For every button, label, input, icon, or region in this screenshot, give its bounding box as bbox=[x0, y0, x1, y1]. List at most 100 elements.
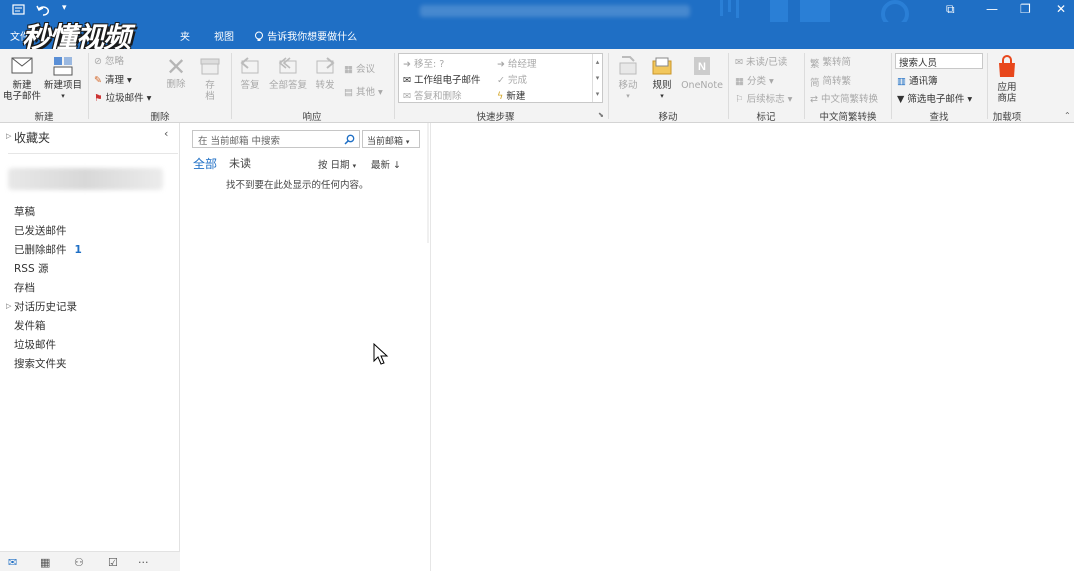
sort-by-dropdown[interactable]: 按 日期 ▾ bbox=[318, 157, 356, 171]
qs-reply-delete[interactable]: ✉ 答复和删除 bbox=[403, 88, 462, 102]
folder-search[interactable]: 搜索文件夹 bbox=[14, 356, 67, 371]
follow-up-button[interactable]: ⚐ 后续标志 ▾ bbox=[735, 91, 792, 105]
convert-button[interactable]: ⇄ 中文简繁转换 bbox=[810, 91, 878, 105]
qs-create-new[interactable]: ϟ 新建 bbox=[497, 88, 525, 102]
expand-arrow-icon[interactable]: ▷ bbox=[6, 132, 11, 140]
group-find-label: 查找 bbox=[929, 112, 949, 123]
ribbon: 新建 电子邮件 新建项目 ▾ 新建 ⊘ 忽略 ✎ 清理 ▾ ⚑ 垃圾邮件 ▾ ✕… bbox=[0, 49, 1074, 123]
forward-button[interactable]: 转发 bbox=[310, 55, 340, 91]
to-simplified-icon: 繁 bbox=[810, 58, 820, 70]
maximize-icon[interactable]: ❐ bbox=[1020, 2, 1031, 16]
folder-drafts[interactable]: 草稿 bbox=[14, 204, 35, 219]
flag-icon: ⚐ bbox=[735, 94, 744, 105]
folder-archive[interactable]: 存档 bbox=[14, 280, 35, 295]
reply-button[interactable]: 答复 bbox=[234, 55, 266, 91]
svg-text:N: N bbox=[698, 61, 706, 73]
group-respond-label: 响应 bbox=[302, 112, 322, 123]
dialog-launcher-icon[interactable]: ⬊ bbox=[598, 111, 604, 119]
move-button[interactable]: 移动 ▾ bbox=[612, 55, 644, 102]
chevron-down-icon: ▾ bbox=[352, 162, 357, 170]
group-delete-label: 删除 bbox=[150, 112, 170, 123]
store-button[interactable]: 应用 商店 bbox=[990, 55, 1024, 104]
ignore-button[interactable]: ⊘ 忽略 bbox=[94, 53, 124, 67]
message-list-pane: 在 当前邮箱 中搜索 当前邮箱 ▾ 全部 未读 按 日期 ▾ 最新 ↓ 找不到要… bbox=[181, 123, 429, 571]
qat-more-icon[interactable]: ▾ bbox=[62, 3, 67, 13]
collapse-pane-icon[interactable]: ‹ bbox=[164, 127, 168, 140]
tasks-icon[interactable]: ☑ bbox=[108, 556, 118, 569]
title-decoration bbox=[720, 0, 909, 22]
more-respond-button[interactable]: ▤ 其他 ▾ bbox=[344, 84, 383, 98]
folder-junk[interactable]: 垃圾邮件 bbox=[14, 337, 56, 352]
filter-all[interactable]: 全部 bbox=[193, 155, 217, 172]
search-scope-dropdown[interactable]: 当前邮箱 ▾ bbox=[362, 130, 420, 148]
search-people-input[interactable]: 搜索人员 bbox=[895, 53, 983, 69]
quick-steps-gallery: ➜ 移至: ? ✉ 工作组电子邮件 ✉ 答复和删除 ➜ 给经理 ✓ 完成 ϟ 新… bbox=[398, 53, 603, 103]
ignore-icon: ⊘ bbox=[94, 56, 102, 67]
unread-read-button[interactable]: ✉ 未读/已读 bbox=[735, 54, 787, 68]
mail-icon[interactable]: ✉ bbox=[8, 556, 17, 569]
reading-pane bbox=[430, 123, 1074, 571]
onenote-button[interactable]: N OneNote bbox=[680, 55, 724, 91]
calendar-icon[interactable]: ▦ bbox=[40, 556, 50, 569]
qs-to-manager[interactable]: ➜ 给经理 bbox=[497, 56, 537, 70]
empty-list-message: 找不到要在此处显示的任何内容。 bbox=[226, 180, 369, 191]
rules-button[interactable]: 规则 ▾ bbox=[646, 55, 678, 102]
window-title bbox=[420, 5, 690, 17]
close-icon[interactable]: ✕ bbox=[1056, 2, 1066, 16]
minimize-icon[interactable]: — bbox=[986, 2, 998, 16]
more-respond-icon: ▤ bbox=[344, 87, 353, 98]
filter-email-button[interactable]: ▼ 筛选电子邮件 ▾ bbox=[897, 91, 972, 105]
folder-sent[interactable]: 已发送邮件 bbox=[14, 223, 67, 238]
to-simplified-button[interactable]: 繁 繁转简 bbox=[810, 54, 851, 70]
more-apps-icon[interactable]: ··· bbox=[138, 556, 149, 569]
meeting-icon: ▦ bbox=[344, 64, 353, 75]
expand-arrow-icon[interactable]: ▷ bbox=[6, 302, 11, 310]
junk-icon: ⚑ bbox=[94, 93, 103, 104]
qs-done[interactable]: ✓ 完成 bbox=[497, 72, 527, 86]
group-tags-label: 标记 bbox=[756, 112, 776, 123]
delete-icon: ✕ bbox=[165, 53, 187, 81]
qs-scroll[interactable]: ▴ ▾ ▾ bbox=[592, 54, 602, 102]
reply-delete-icon: ✉ bbox=[403, 91, 411, 102]
folder-outbox[interactable]: 发件箱 bbox=[14, 318, 46, 333]
junk-button[interactable]: ⚑ 垃圾邮件 ▾ bbox=[94, 90, 151, 104]
ribbon-display-icon[interactable]: ⧉ bbox=[946, 2, 955, 17]
tell-me-box[interactable]: 告诉我你想要做什么 bbox=[254, 28, 357, 43]
search-icon[interactable] bbox=[344, 134, 355, 145]
mail-search-input[interactable]: 在 当前邮箱 中搜索 bbox=[192, 130, 360, 148]
folder-deleted[interactable]: 已删除邮件 1 bbox=[14, 242, 82, 257]
favorites-header[interactable]: 收藏夹 bbox=[14, 129, 50, 146]
filter-unread[interactable]: 未读 bbox=[229, 155, 251, 171]
navigation-bar: ✉ ▦ ⚇ ☑ ··· bbox=[0, 551, 180, 571]
new-email-button[interactable]: 新建 电子邮件 bbox=[2, 55, 42, 102]
qs-move-to[interactable]: ➜ 移至: ? bbox=[403, 56, 444, 70]
archive-button[interactable]: 存档 bbox=[196, 55, 224, 102]
address-book-button[interactable]: ▥ 通讯簿 bbox=[897, 73, 938, 87]
new-items-button[interactable]: 新建项目 ▾ bbox=[42, 55, 84, 102]
reply-icon bbox=[240, 57, 259, 74]
new-items-icon bbox=[53, 57, 73, 76]
qs-team-email[interactable]: ✉ 工作组电子邮件 bbox=[403, 72, 481, 86]
tab-view[interactable]: 视图 bbox=[214, 28, 234, 43]
collapse-ribbon-icon[interactable]: ⌃ bbox=[1064, 111, 1071, 120]
categorize-icon: ▦ bbox=[735, 76, 744, 87]
reply-all-button[interactable]: 全部答复 bbox=[266, 55, 310, 91]
check-icon: ✓ bbox=[497, 75, 505, 86]
to-manager-icon: ➜ bbox=[497, 59, 505, 70]
meeting-button[interactable]: ▦ 会议 bbox=[344, 61, 375, 75]
unread-count-badge: 1 bbox=[74, 244, 82, 256]
ribbon-tabs: 文件 夹 视图 告诉我你想要做什么 bbox=[0, 22, 1074, 49]
chevron-down-icon: ▾ bbox=[405, 138, 410, 146]
people-icon[interactable]: ⚇ bbox=[74, 556, 84, 569]
cleanup-button[interactable]: ✎ 清理 ▾ bbox=[94, 72, 132, 86]
delete-button[interactable]: ✕ 删除 bbox=[160, 55, 192, 90]
move-to-icon: ➜ bbox=[403, 59, 411, 70]
folder-conversation-history[interactable]: 对话历史记录 bbox=[14, 299, 77, 314]
to-traditional-button[interactable]: 简 简转繁 bbox=[810, 73, 851, 89]
folder-rss[interactable]: RSS 源 bbox=[14, 261, 48, 276]
tab-folder[interactable]: 夹 bbox=[180, 28, 190, 43]
categorize-button[interactable]: ▦ 分类 ▾ bbox=[735, 73, 774, 87]
sort-order-toggle[interactable]: 最新 ↓ bbox=[371, 157, 401, 171]
convert-icon: ⇄ bbox=[810, 94, 818, 105]
new-items-label: 新建项目 bbox=[43, 80, 82, 91]
